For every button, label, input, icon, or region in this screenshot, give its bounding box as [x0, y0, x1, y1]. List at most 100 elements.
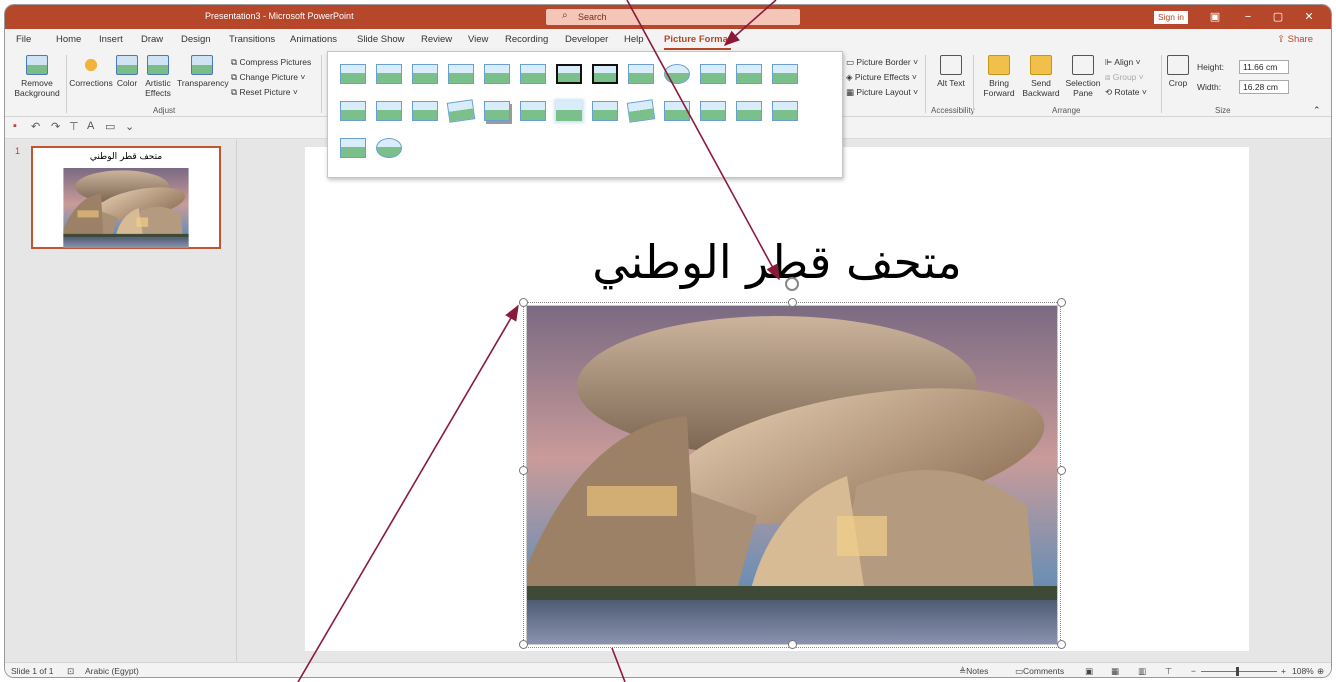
resize-handle[interactable]	[788, 640, 797, 649]
picture-style-option[interactable]	[736, 101, 762, 121]
slide-sorter-icon[interactable]: ▦	[1111, 666, 1119, 677]
picture-style-option[interactable]	[556, 64, 582, 84]
notes-button[interactable]: ≜Notes	[959, 666, 988, 677]
tab-draw[interactable]: Draw	[141, 34, 163, 45]
reset-picture-button[interactable]: ⧉ Reset Picture ˅	[231, 87, 298, 98]
group-button[interactable]: ⧈ Group ˅	[1105, 72, 1144, 83]
picture-style-option[interactable]	[772, 101, 798, 121]
slide-show-icon[interactable]: ⊤	[1165, 666, 1172, 677]
tab-review[interactable]: Review	[421, 34, 452, 45]
save-icon[interactable]: ▪	[13, 120, 17, 132]
resize-handle[interactable]	[1057, 298, 1066, 307]
share-button[interactable]: ⇪ Share	[1277, 34, 1313, 45]
tab-recording[interactable]: Recording	[505, 34, 548, 45]
bring-forward-button[interactable]: Bring Forward	[979, 55, 1019, 98]
picture-style-option[interactable]	[376, 64, 402, 84]
sign-in-button[interactable]: Sign in	[1154, 11, 1188, 24]
picture-style-option[interactable]	[484, 101, 510, 121]
resize-handle[interactable]	[519, 298, 528, 307]
remove-background-button[interactable]: Remove Background	[9, 55, 65, 98]
resize-handle[interactable]	[519, 466, 528, 475]
picture-style-option[interactable]	[700, 101, 726, 121]
zoom-slider[interactable]	[1201, 671, 1277, 672]
slide-thumbnail[interactable]: متحف قطر الوطني	[31, 146, 221, 249]
tab-developer[interactable]: Developer	[565, 34, 608, 45]
picture-style-option[interactable]	[412, 101, 438, 121]
zoom-out-icon[interactable]: −	[1191, 666, 1196, 676]
maximize-icon[interactable]: ▢	[1269, 9, 1287, 25]
align-button[interactable]: ⊫ Align ˅	[1105, 57, 1141, 68]
tab-home[interactable]: Home	[56, 34, 81, 45]
compress-pictures-button[interactable]: ⧉ Compress Pictures	[231, 57, 311, 68]
resize-handle[interactable]	[1057, 640, 1066, 649]
picture-style-option[interactable]	[340, 64, 366, 84]
width-input[interactable]: 16.28 cm	[1239, 80, 1289, 94]
corrections-button[interactable]: Corrections	[67, 55, 115, 88]
picture-style-option[interactable]	[664, 64, 690, 84]
customize-toolbar-icon[interactable]: ⌄	[125, 120, 134, 133]
ribbon-display-icon[interactable]: ▣	[1206, 9, 1224, 25]
change-picture-button[interactable]: ⧉ Change Picture ˅	[231, 72, 305, 83]
picture-style-option[interactable]	[448, 64, 474, 84]
picture-style-option[interactable]	[520, 101, 546, 121]
tab-transitions[interactable]: Transitions	[229, 34, 275, 45]
picture-style-option[interactable]	[628, 64, 654, 84]
minimize-icon[interactable]: −	[1239, 9, 1257, 25]
picture-style-option[interactable]	[772, 64, 798, 84]
picture-style-option[interactable]	[340, 101, 366, 121]
picture-style-option[interactable]	[626, 99, 656, 123]
resize-handle[interactable]	[788, 298, 797, 307]
slide-title[interactable]: متحف قطر الوطني	[305, 235, 1249, 289]
redo-icon[interactable]: ↷	[51, 120, 60, 133]
museum-picture[interactable]	[526, 305, 1058, 645]
tab-picture-format[interactable]: Picture Format	[664, 34, 732, 50]
zoom-slider-thumb[interactable]	[1236, 667, 1239, 676]
picture-style-option[interactable]	[592, 101, 618, 121]
picture-style-option[interactable]	[376, 101, 402, 121]
rotate-button[interactable]: ⟲ Rotate ˅	[1105, 87, 1147, 98]
picture-style-option[interactable]	[340, 138, 366, 158]
resize-handle[interactable]	[519, 640, 528, 649]
comments-button[interactable]: ▭Comments	[1015, 666, 1064, 677]
tab-view[interactable]: View	[468, 34, 488, 45]
tab-design[interactable]: Design	[181, 34, 211, 45]
picture-style-option[interactable]	[412, 64, 438, 84]
tab-slide-show[interactable]: Slide Show	[357, 34, 405, 45]
search-box[interactable]: ⌕ Search	[546, 9, 800, 25]
zoom-in-icon[interactable]: +	[1281, 666, 1286, 676]
picture-style-option[interactable]	[700, 64, 726, 84]
resize-handle[interactable]	[1057, 466, 1066, 475]
selection-pane-button[interactable]: Selection Pane	[1065, 55, 1101, 98]
spelling-icon[interactable]: ⊡	[67, 666, 74, 677]
normal-view-icon[interactable]: ▣	[1085, 666, 1093, 677]
picture-layout-button[interactable]: ▦ Picture Layout ˅	[846, 87, 918, 98]
picture-style-option[interactable]	[664, 101, 690, 121]
close-icon[interactable]: ✕	[1300, 9, 1318, 25]
tab-file[interactable]: File	[16, 34, 31, 45]
tab-help[interactable]: Help	[624, 34, 644, 45]
picture-style-option[interactable]	[484, 64, 510, 84]
zoom-level[interactable]: 108%	[1292, 666, 1314, 676]
slide-icon[interactable]: ▭	[105, 120, 115, 133]
picture-style-option[interactable]	[376, 138, 402, 158]
reading-view-icon[interactable]: ▥	[1138, 666, 1146, 677]
language-status[interactable]: Arabic (Egypt)	[85, 666, 139, 676]
picture-border-button[interactable]: ▭ Picture Border ˅	[846, 57, 918, 68]
picture-style-option[interactable]	[736, 64, 762, 84]
rotate-handle-icon[interactable]	[785, 277, 799, 291]
picture-style-option[interactable]	[592, 64, 618, 84]
slide-canvas[interactable]: متحف قطر الوطني	[305, 147, 1249, 651]
crop-button[interactable]: Crop	[1165, 55, 1191, 88]
artistic-effects-button[interactable]: Artistic Effects	[141, 55, 175, 98]
picture-style-option[interactable]	[556, 101, 582, 121]
transparency-button[interactable]: Transparency	[177, 55, 229, 88]
fit-slide-icon[interactable]: ⊕	[1317, 666, 1324, 677]
color-button[interactable]: Color	[115, 55, 139, 88]
present-icon[interactable]: ⊤	[69, 120, 79, 133]
font-color-icon[interactable]: A	[87, 120, 94, 132]
picture-style-option[interactable]	[520, 64, 546, 84]
tab-insert[interactable]: Insert	[99, 34, 123, 45]
send-backward-button[interactable]: Send Backward	[1021, 55, 1061, 98]
tab-animations[interactable]: Animations	[290, 34, 337, 45]
picture-style-option[interactable]	[446, 99, 476, 123]
